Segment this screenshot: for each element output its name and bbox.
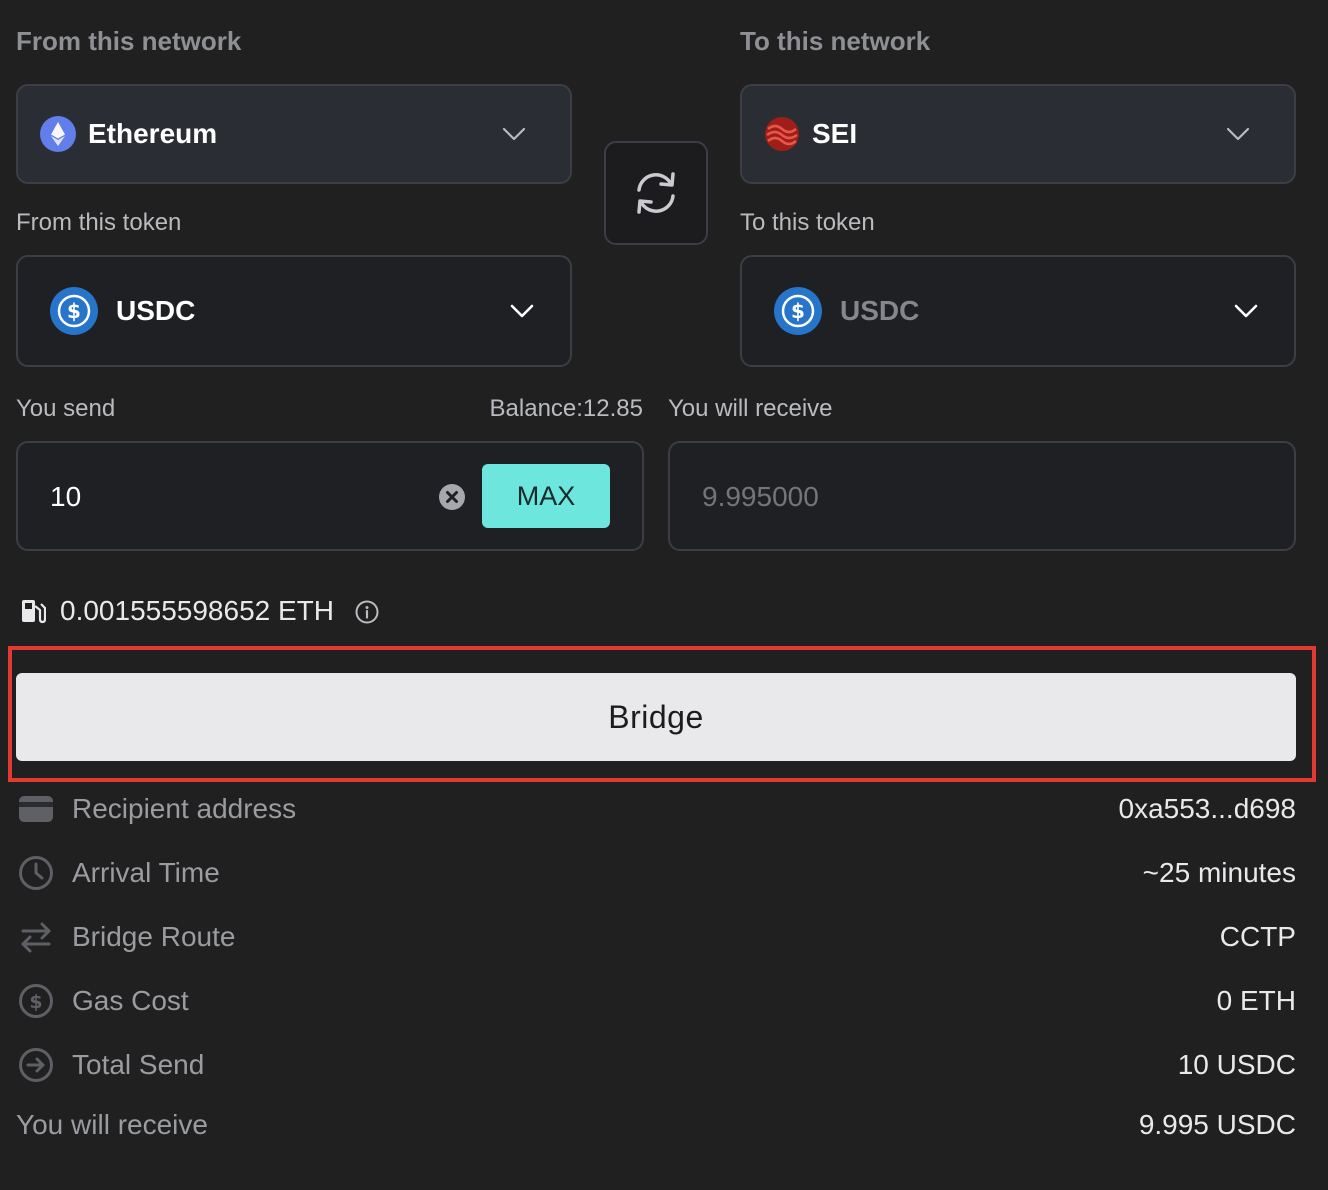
arrival-value: ~25 minutes	[1142, 857, 1296, 888]
bridge-button[interactable]: Bridge	[16, 673, 1296, 761]
receive-amount-box	[668, 441, 1296, 551]
from-token-name: USDC	[116, 295, 196, 326]
svg-text:$: $	[791, 299, 805, 323]
clear-input-icon[interactable]	[438, 483, 466, 511]
sei-icon	[764, 116, 800, 152]
usdc-icon: $	[774, 287, 822, 335]
clock-icon	[16, 853, 56, 893]
to-network-name: SEI	[812, 118, 858, 149]
from-network-name: Ethereum	[88, 118, 218, 149]
receive-label: You will receive	[668, 395, 833, 422]
from-token-select[interactable]: $ USDC	[16, 255, 572, 367]
arrow-right-circle-icon	[16, 1045, 56, 1085]
to-token-select[interactable]: $ USDC	[740, 255, 1296, 367]
usdc-icon: $	[50, 287, 98, 335]
detail-row-recipient: Recipient address 0xa553...d698	[16, 787, 1296, 831]
gas-pump-icon	[20, 597, 46, 625]
wallet-icon	[16, 789, 56, 829]
total-send-label: Total Send	[72, 1049, 205, 1080]
detail-row-receive: You will receive 9.995 USDC	[16, 1103, 1296, 1147]
route-label: Bridge Route	[72, 921, 236, 952]
route-value: CCTP	[1219, 921, 1296, 952]
detail-row-arrival: Arrival Time ~25 minutes	[16, 851, 1296, 895]
receive-summary-value: 9.995 USDC	[1138, 1109, 1296, 1140]
to-network-select[interactable]: SEI	[740, 84, 1296, 184]
ethereum-icon	[40, 116, 76, 152]
total-send-value: 10 USDC	[1177, 1049, 1296, 1080]
send-amount-input[interactable]	[50, 473, 430, 521]
recipient-value: 0xa553...d698	[1118, 793, 1297, 824]
chevron-down-icon	[1234, 304, 1258, 318]
chevron-down-icon	[1226, 127, 1250, 141]
max-button[interactable]: MAX	[482, 464, 610, 528]
swap-icon	[629, 166, 683, 220]
receive-amount-input[interactable]	[702, 473, 1262, 521]
from-network-select[interactable]: Ethereum	[16, 84, 572, 184]
info-icon[interactable]	[355, 600, 379, 624]
detail-row-route: Bridge Route CCTP	[16, 915, 1296, 959]
chevron-down-icon	[510, 304, 534, 318]
to-token-name: USDC	[840, 295, 920, 326]
send-label: You send	[16, 395, 116, 422]
swap-networks-button[interactable]	[604, 141, 708, 245]
balance-text: Balance:12.85	[489, 395, 643, 422]
recipient-label: Recipient address	[72, 793, 297, 824]
arrival-label: Arrival Time	[72, 857, 220, 888]
gas-cost-value: 0 ETH	[1216, 985, 1296, 1016]
detail-row-total: Total Send 10 USDC	[16, 1043, 1296, 1087]
gas-estimate-value: 0.001555598652 ETH	[60, 595, 334, 626]
from-token-label: From this token	[16, 209, 182, 236]
gas-cost-label: Gas Cost	[72, 985, 189, 1016]
svg-text:$: $	[67, 299, 81, 323]
from-network-label: From this network	[16, 26, 242, 56]
svg-text:$: $	[29, 991, 42, 1013]
swap-arrows-icon	[16, 917, 56, 957]
chevron-down-icon	[502, 127, 526, 141]
to-token-label: To this token	[740, 209, 875, 236]
receive-summary-label: You will receive	[16, 1109, 208, 1140]
detail-row-gas: $ Gas Cost 0 ETH	[16, 979, 1296, 1023]
to-network-label: To this network	[740, 26, 931, 56]
dollar-circle-icon: $	[16, 981, 56, 1021]
send-amount-box: MAX	[16, 441, 644, 551]
